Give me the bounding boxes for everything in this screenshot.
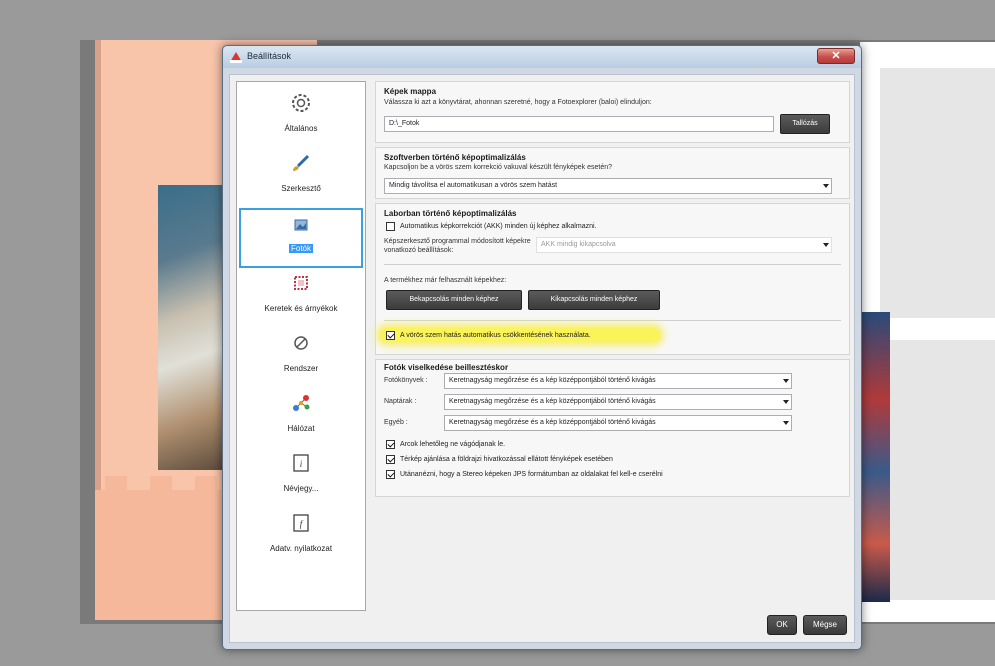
photobooks-select[interactable]: Keretnagyság megőrzése és a kép középpon… (444, 373, 792, 389)
sidebar-item-label: Rendszer (283, 364, 319, 373)
other-select[interactable]: Keretnagyság megőrzése és a kép középpon… (444, 415, 792, 431)
enable-all-button[interactable]: Bekapcsolás minden képhez (386, 290, 522, 310)
disable-all-button[interactable]: Kikapcsolás minden képhez (528, 290, 660, 310)
close-button[interactable]: ✕ (817, 48, 855, 64)
group-title: Laborban történő képoptimalizálás (384, 209, 517, 218)
chevron-down-icon (783, 400, 789, 404)
background-tile-bottom (880, 340, 995, 600)
browse-button[interactable]: Tallózás (780, 114, 830, 134)
chevron-down-icon (783, 379, 789, 383)
software-optimization-group: Szoftverben történő képoptimalizálás Kap… (375, 147, 850, 199)
dialog-titlebar[interactable]: Beállítások ✕ (223, 46, 861, 68)
castle-merlon (195, 476, 217, 490)
background-photo-left (158, 185, 228, 470)
sidebar-item-general[interactable]: Általános (237, 88, 365, 150)
dialog-title: Beállítások (247, 51, 292, 61)
sidebar-item-label: Adatv. nyilatkozat (269, 544, 333, 553)
select-value: Keretnagyság megőrzése és a kép középpon… (449, 398, 656, 405)
settings-dialog: Beállítások ✕ Általános Szerkesztő Fotók… (222, 45, 862, 650)
auto-correct-checkbox[interactable] (386, 222, 395, 231)
folder-description: Válassza ki azt a könyvtárat, ahonnan sz… (384, 99, 652, 106)
lab-optimization-group: Laborban történő képoptimalizálás Automa… (375, 203, 850, 355)
ok-button[interactable]: OK (767, 615, 797, 635)
cancel-button[interactable]: Mégse (803, 615, 847, 635)
map-suggest-checkbox[interactable] (386, 455, 395, 464)
map-suggest-label: Térkép ajánlása a földrajzi hivatkozássa… (400, 456, 613, 463)
folder-group: Képek mappa Válassza ki azt a könyvtárat… (375, 81, 850, 143)
sidebar-item-label: Általános (284, 124, 318, 133)
network-icon (293, 395, 310, 411)
used-images-label: A termékhez már felhasznált képekhez: (384, 277, 507, 284)
photo-handling-group: Fotók viselkedése beillesztéskor Fotókön… (375, 359, 850, 497)
red-eye-mode-select[interactable]: Mindig távolítsa el automatikusan a vörö… (384, 178, 832, 194)
calendars-label: Naptárak : (384, 398, 417, 405)
castle-merlon (105, 476, 127, 490)
red-eye-auto-checkbox[interactable] (386, 331, 395, 340)
stereo-swap-label: Utánanézni, hogy a Stereo képeken JPS fo… (400, 471, 663, 478)
sidebar-item-label: Fotók (241, 244, 361, 253)
other-label: Egyéb : (384, 419, 408, 426)
sidebar-item-frames[interactable]: Keretek és árnyékok (237, 268, 365, 330)
sidebar-item-network[interactable]: Hálózat (237, 388, 365, 450)
folder-path-input[interactable]: D:\_Fotok (384, 116, 774, 132)
sidebar-item-photos[interactable]: Fotók (239, 208, 363, 268)
red-eye-question: Kapcsoljon be a vörös szem korrekció vak… (384, 164, 613, 171)
select-value: Keretnagyság megőrzése és a kép középpon… (449, 419, 656, 426)
sidebar-item-label: Szerkesztő (281, 184, 321, 193)
divider (384, 264, 841, 265)
editor-settings-label: Képszerkesztő programmal módosított képe… (384, 238, 531, 254)
red-eye-auto-label: A vörös szem hatás automatikus csökkenté… (400, 332, 591, 339)
select-value: Mindig távolítsa el automatikusan a vörö… (389, 182, 558, 189)
select-value: AKK mindig kikapcsolva (541, 241, 616, 248)
face-crop-checkbox[interactable] (386, 440, 395, 449)
sidebar-item-about[interactable]: i Névjegy... (237, 448, 365, 510)
document-icon: f (293, 514, 309, 532)
background-tile-top (880, 68, 995, 318)
app-icon (230, 52, 242, 63)
frame-icon (294, 276, 308, 290)
sidebar-item-system[interactable]: Rendszer (237, 328, 365, 390)
card-icon: i (293, 454, 309, 472)
stereo-swap-checkbox[interactable] (386, 470, 395, 479)
divider (384, 320, 841, 321)
sidebar-item-label: Keretek és árnyékok (264, 304, 338, 313)
gear-icon (292, 94, 310, 112)
select-value: Keretnagyság megőrzése és a kép középpon… (449, 377, 656, 384)
sidebar-item-privacy[interactable]: f Adatv. nyilatkozat (237, 508, 365, 570)
editor-settings-select[interactable]: AKK mindig kikapcsolva (536, 237, 832, 253)
group-title: Képek mappa (384, 87, 437, 96)
settings-sidebar: Általános Szerkesztő Fotók Keretek és ár… (236, 81, 366, 611)
photobooks-label: Fotókönyvek : (384, 377, 428, 384)
sidebar-item-label: Hálózat (287, 424, 315, 433)
sidebar-item-label: Névjegy... (283, 484, 319, 493)
brush-icon (293, 154, 310, 171)
system-icon (294, 336, 308, 350)
dialog-client-area: Általános Szerkesztő Fotók Keretek és ár… (229, 74, 855, 643)
chevron-down-icon (823, 243, 829, 247)
photo-icon (294, 219, 308, 231)
chevron-down-icon (823, 184, 829, 188)
face-crop-label: Arcok lehetőleg ne vágódjanak le. (400, 441, 506, 448)
auto-correct-label: Automatikus képkorrekciót (AKK) minden ú… (400, 223, 597, 230)
group-title: Fotók viselkedése beillesztéskor (384, 363, 509, 372)
sidebar-item-editor[interactable]: Szerkesztő (237, 148, 365, 210)
sidebar-item-label-text: Fotók (288, 244, 313, 253)
castle-merlon (150, 476, 172, 490)
group-title: Szoftverben történő képoptimalizálás (384, 153, 526, 162)
chevron-down-icon (783, 421, 789, 425)
calendars-select[interactable]: Keretnagyság megőrzése és a kép középpon… (444, 394, 792, 410)
